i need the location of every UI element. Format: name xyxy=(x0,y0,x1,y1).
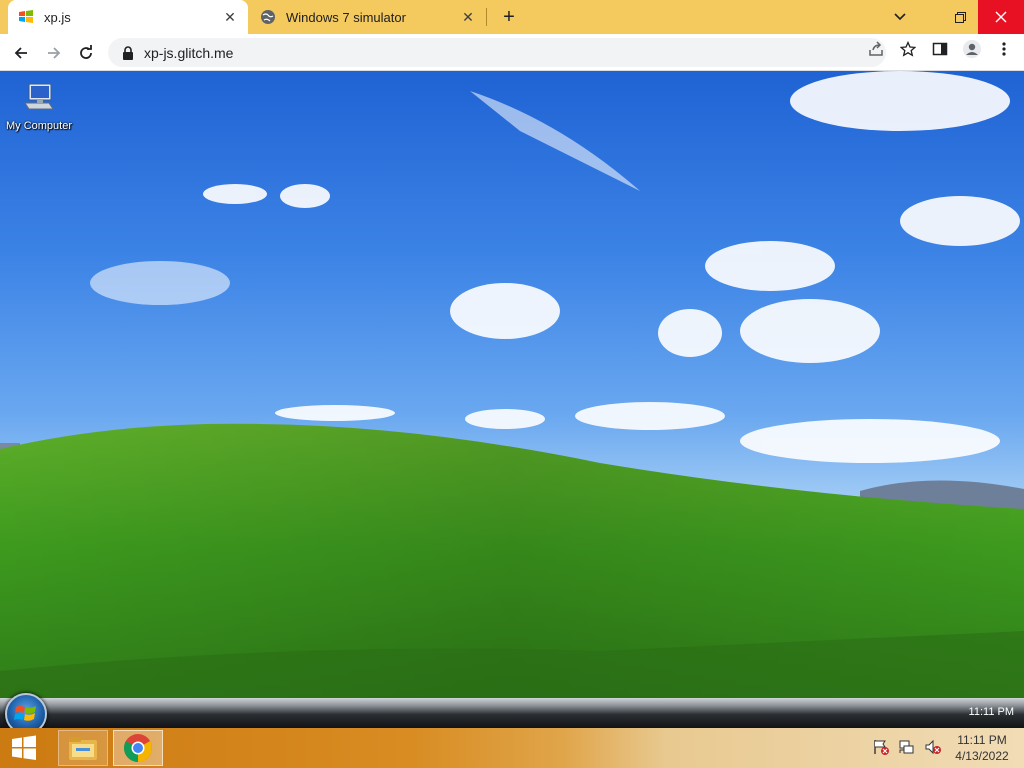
file-explorer-icon xyxy=(69,737,97,760)
action-center-flag-icon[interactable] xyxy=(872,738,890,756)
my-computer-icon xyxy=(24,83,54,110)
forward-button[interactable] xyxy=(42,41,66,65)
globe-icon xyxy=(261,10,275,24)
arrow-left-icon xyxy=(14,47,27,59)
chrome-icon xyxy=(124,734,152,762)
side-panel-icon[interactable] xyxy=(930,39,950,59)
profile-avatar-icon[interactable] xyxy=(962,39,982,59)
tab-search-chevron-icon[interactable] xyxy=(882,0,918,34)
tab-strip: xp.js ✕ Windows 7 simulator ✕ + xyxy=(0,0,1024,34)
url-text: xp-js.glitch.me xyxy=(144,44,234,61)
reload-button[interactable] xyxy=(74,41,98,65)
reload-icon xyxy=(80,45,92,59)
simulated-taskbar xyxy=(0,698,1024,728)
share-icon[interactable] xyxy=(866,39,886,59)
desktop-icon-label: My Computer xyxy=(5,120,73,132)
tab-xpjs[interactable]: xp.js ✕ xyxy=(8,0,248,34)
back-button[interactable] xyxy=(9,41,33,65)
tab-title: Windows 7 simulator xyxy=(286,9,406,25)
volume-muted-icon[interactable] xyxy=(924,738,942,756)
host-time: 11:11 PM xyxy=(957,733,1007,747)
close-window-button[interactable] xyxy=(978,0,1024,34)
lock-icon xyxy=(123,45,133,60)
tab-close-icon[interactable]: ✕ xyxy=(460,9,476,25)
bliss-wallpaper xyxy=(0,71,1024,698)
tab-close-icon[interactable]: ✕ xyxy=(222,9,238,25)
system-tray xyxy=(872,738,942,756)
host-start-button[interactable] xyxy=(0,728,48,768)
host-clock[interactable]: 11:11 PM 4/13/2022 xyxy=(944,732,1020,764)
tab-windows7-simulator[interactable]: Windows 7 simulator ✕ xyxy=(250,0,486,34)
tab-title: xp.js xyxy=(44,9,71,25)
windows-logo-icon xyxy=(14,706,36,721)
simulated-clock: 11:11 PM xyxy=(968,706,1014,718)
windows-flag-icon xyxy=(19,10,33,23)
toolbar-actions xyxy=(866,39,1014,59)
browser-toolbar: xp-js.glitch.me xyxy=(0,34,1024,71)
network-icon[interactable] xyxy=(898,738,916,756)
xp-desktop[interactable]: My Computer xyxy=(0,71,1024,698)
arrow-right-icon xyxy=(48,47,61,59)
bookmark-star-icon[interactable] xyxy=(898,39,918,59)
address-bar[interactable]: xp-js.glitch.me xyxy=(108,38,886,67)
tab-separator xyxy=(486,8,487,26)
more-menu-icon[interactable] xyxy=(994,39,1014,59)
restore-window-button[interactable] xyxy=(942,0,978,34)
host-date: 4/13/2022 xyxy=(955,749,1009,763)
taskbar-file-explorer[interactable] xyxy=(58,730,108,766)
windows8-logo-icon xyxy=(12,735,36,760)
taskbar-chrome[interactable] xyxy=(113,730,163,766)
desktop-icon-my-computer[interactable]: My Computer xyxy=(4,81,74,132)
new-tab-button[interactable]: + xyxy=(498,6,520,28)
